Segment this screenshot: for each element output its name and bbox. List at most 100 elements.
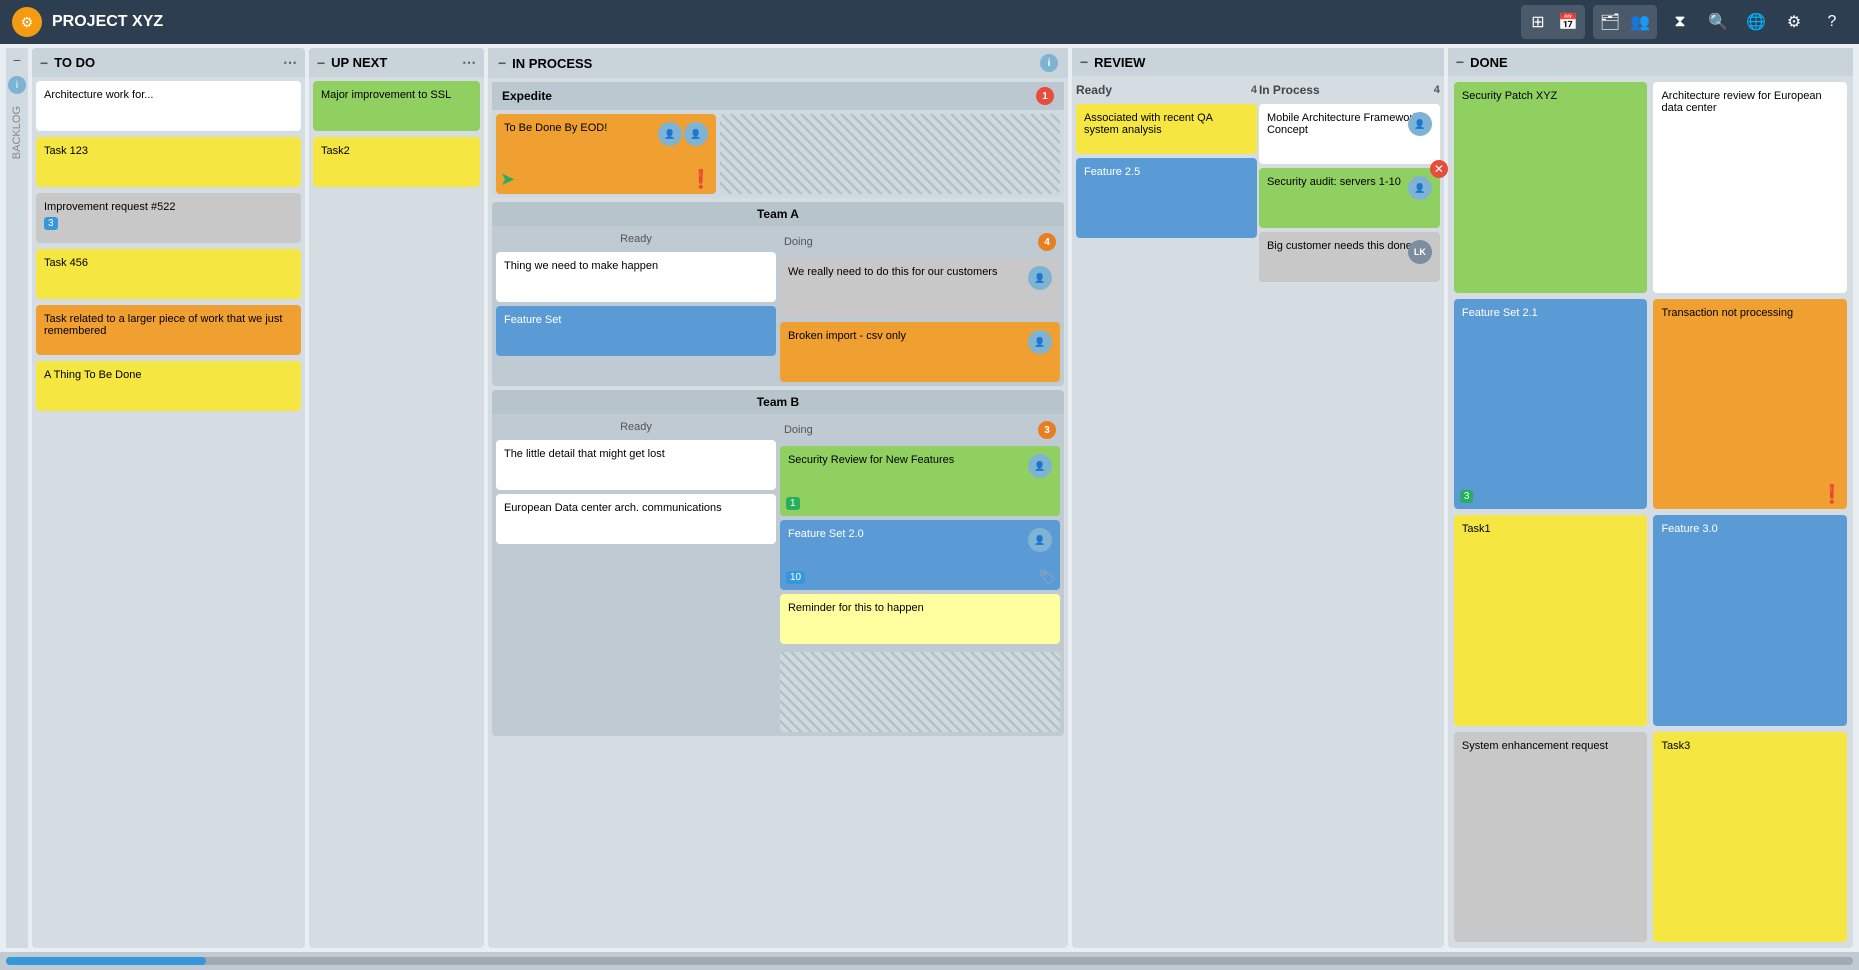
- upnext-collapse-btn[interactable]: −: [317, 55, 325, 71]
- list-item[interactable]: Security Review for New Features 👤 1: [780, 446, 1060, 516]
- list-item[interactable]: A Thing To Be Done: [36, 361, 301, 411]
- done-body: Security Patch XYZ Architecture review f…: [1448, 76, 1853, 948]
- team-b-doing-text: Doing: [784, 424, 813, 436]
- left-sidebar: − i BACKLOG: [6, 48, 28, 948]
- card-badge: 1: [786, 497, 800, 510]
- team-a-doing-text: Doing: [784, 236, 813, 248]
- inprocess-info-icon[interactable]: i: [1040, 54, 1058, 72]
- app-header: ⚙ PROJECT XYZ ⊞ 📅 🗂 👥 ⧗ 🔍 🌐 ⚙ ?: [0, 0, 1859, 44]
- expedite-body: To Be Done By EOD! 👤 👤 ➤ ❗: [492, 110, 1064, 198]
- card-icon[interactable]: 🗂: [1595, 7, 1625, 37]
- board-view-icon[interactable]: ⊞: [1523, 7, 1553, 37]
- upnext-title: UP NEXT: [331, 55, 387, 70]
- settings-icon[interactable]: ⚙: [1779, 7, 1809, 37]
- todo-body: Architecture work for... Task 123 Improv…: [32, 77, 305, 948]
- globe-icon[interactable]: 🌐: [1741, 7, 1771, 37]
- search-icon[interactable]: 🔍: [1703, 7, 1733, 37]
- list-item[interactable]: Big customer needs this done LK: [1259, 232, 1440, 282]
- expedite-header: Expedite 1: [492, 82, 1064, 110]
- team-b-ready-col: Ready The little detail that might get l…: [496, 418, 776, 732]
- people-icon[interactable]: 👥: [1625, 7, 1655, 37]
- list-item[interactable]: Feature Set 2.1 3: [1454, 299, 1648, 510]
- list-item[interactable]: Task2: [313, 137, 480, 187]
- review-inprocess-col: In Process 4 Mobile Architecture Framewo…: [1259, 80, 1440, 944]
- user-group: 🗂 👥: [1593, 5, 1657, 39]
- scrollbar-track[interactable]: [6, 957, 1853, 965]
- list-item[interactable]: System enhancement request: [1454, 732, 1648, 943]
- list-item[interactable]: Improvement request #522 3: [36, 193, 301, 243]
- list-item[interactable]: We really need to do this for our custom…: [780, 258, 1060, 318]
- help-icon[interactable]: ?: [1817, 7, 1847, 37]
- header-right: ⊞ 📅 🗂 👥 ⧗ 🔍 🌐 ⚙ ?: [1521, 5, 1847, 39]
- done-title: DONE: [1470, 55, 1508, 70]
- inprocess-title: IN PROCESS: [512, 56, 592, 71]
- inprocess-collapse-btn[interactable]: −: [498, 55, 506, 71]
- todo-menu-btn[interactable]: ⋯: [283, 54, 297, 71]
- upnext-menu-btn[interactable]: ⋯: [462, 54, 476, 71]
- inprocess-body: Expedite 1 To Be Done By EOD! 👤 👤 ➤ ❗: [488, 78, 1068, 948]
- list-item[interactable]: Transaction not processing ❗: [1653, 299, 1847, 510]
- todo-collapse-btn[interactable]: −: [40, 55, 48, 71]
- review-ready-label: Ready: [1076, 83, 1112, 97]
- list-item[interactable]: Feature 3.0: [1653, 515, 1847, 726]
- avatar: 👤: [1028, 266, 1052, 290]
- tag-icon: 🏷: [1038, 569, 1056, 586]
- list-item[interactable]: Thing we need to make happen: [496, 252, 776, 302]
- list-item[interactable]: To Be Done By EOD! 👤 👤 ➤ ❗: [496, 114, 716, 194]
- avatar: 👤: [684, 122, 708, 146]
- expedite-count: 1: [1036, 87, 1054, 105]
- backlog-label: BACKLOG: [11, 102, 23, 163]
- scrollbar-thumb[interactable]: [6, 957, 206, 965]
- list-item[interactable]: European Data center arch. communication…: [496, 494, 776, 544]
- board-info-icon[interactable]: i: [8, 76, 26, 94]
- review-inprocess-count: 4: [1434, 84, 1440, 96]
- avatar: 👤: [1028, 528, 1052, 552]
- list-item[interactable]: Architecture review for European data ce…: [1653, 82, 1847, 293]
- done-header-left: − DONE: [1456, 54, 1508, 70]
- filter-icon[interactable]: ⧗: [1665, 7, 1695, 37]
- list-item[interactable]: Major improvement to SSL: [313, 81, 480, 131]
- lk-badge: LK: [1408, 240, 1432, 264]
- list-item[interactable]: Task 456: [36, 249, 301, 299]
- scrollbar-area: [0, 952, 1859, 970]
- review-collapse-btn[interactable]: −: [1080, 54, 1088, 70]
- list-item[interactable]: Mobile Architecture Framework Concept 👤: [1259, 104, 1440, 164]
- collapse-all-btn[interactable]: −: [13, 52, 21, 68]
- review-inprocess-label: In Process: [1259, 83, 1320, 97]
- list-item[interactable]: Feature Set: [496, 306, 776, 356]
- calendar-view-icon[interactable]: 📅: [1553, 7, 1583, 37]
- team-a-doing-count: 4: [1038, 233, 1056, 251]
- team-b-doing-label: Doing 3: [780, 418, 1060, 442]
- list-item[interactable]: Task related to a larger piece of work t…: [36, 305, 301, 355]
- team-a-section: Team A Ready Thing we need to make happe…: [492, 202, 1064, 386]
- review-header-left: − REVIEW: [1080, 54, 1145, 70]
- done-collapse-btn[interactable]: −: [1456, 54, 1464, 70]
- done-column: − DONE Security Patch XYZ Architecture r…: [1448, 48, 1853, 948]
- review-header: − REVIEW: [1072, 48, 1444, 76]
- list-item[interactable]: Task1: [1454, 515, 1648, 726]
- list-item[interactable]: Associated with recent QA system analysi…: [1076, 104, 1257, 154]
- review-ready-col: Ready 4 Associated with recent QA system…: [1076, 80, 1257, 944]
- list-item[interactable]: Feature Set 2.0 👤 10 🏷: [780, 520, 1060, 590]
- team-b-wip-area: [780, 652, 1060, 732]
- list-item[interactable]: Task3: [1653, 732, 1847, 943]
- list-item[interactable]: Security Patch XYZ: [1454, 82, 1648, 293]
- list-item[interactable]: Task 123: [36, 137, 301, 187]
- list-item[interactable]: Security audit: servers 1-10 👤 ✕: [1259, 168, 1440, 228]
- review-ready-count: 4: [1251, 84, 1257, 96]
- expedite-label: Expedite: [502, 89, 552, 103]
- remove-card-btn[interactable]: ✕: [1430, 160, 1448, 178]
- card-badge: 3: [44, 217, 58, 230]
- list-item[interactable]: The little detail that might get lost: [496, 440, 776, 490]
- list-item[interactable]: Feature 2.5: [1076, 158, 1257, 238]
- header-left: ⚙ PROJECT XYZ: [12, 7, 163, 37]
- list-item[interactable]: Architecture work for...: [36, 81, 301, 131]
- team-a-ready-col: Ready Thing we need to make happen Featu…: [496, 230, 776, 382]
- list-item[interactable]: Broken import - csv only 👤: [780, 322, 1060, 382]
- todo-column: − TO DO ⋯ Architecture work for... Task …: [32, 48, 305, 948]
- list-item[interactable]: Reminder for this to happen: [780, 594, 1060, 644]
- avatar: 👤: [1408, 176, 1432, 200]
- review-inprocess-header: In Process 4: [1259, 80, 1440, 100]
- team-b-doing-col: Doing 3 Security Review for New Features…: [780, 418, 1060, 732]
- team-a-doing-col: Doing 4 We really need to do this for ou…: [780, 230, 1060, 382]
